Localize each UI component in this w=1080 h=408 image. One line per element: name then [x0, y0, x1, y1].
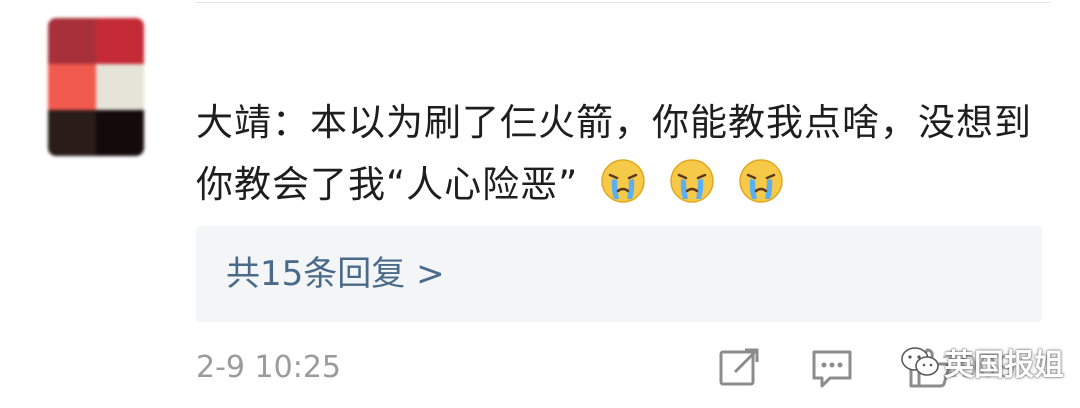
avatar-pixel — [96, 18, 144, 64]
crying-face-icon — [738, 159, 783, 203]
crying-face-icon — [670, 159, 714, 203]
author-separator: ： — [272, 101, 310, 144]
replies-panel[interactable]: 共15条回复 > — [196, 226, 1042, 322]
watermark-text: 英国报姐 — [944, 348, 1064, 383]
avatar[interactable] — [48, 18, 144, 156]
watermark: 英国报姐 — [900, 338, 1064, 386]
crying-face-icon — [601, 159, 645, 203]
top-divider — [195, 2, 1050, 3]
view-replies-link[interactable]: 共15条回复 > — [226, 250, 445, 298]
comment-author[interactable]: 大靖 — [196, 101, 272, 144]
avatar-pixel — [48, 64, 96, 110]
comment-timestamp: 2-9 10:25 — [196, 350, 341, 385]
emoji-group — [578, 159, 784, 206]
avatar-pixel — [96, 64, 144, 110]
wechat-icon — [901, 347, 939, 376]
avatar-pixel — [48, 18, 96, 64]
avatar-pixel — [48, 110, 96, 156]
comment-icon[interactable] — [808, 344, 856, 392]
avatar-pixel — [96, 110, 144, 156]
comment-body: 大靖：本以为刷了仨火箭，你能教我点啥，没想到你教会了我“人心险恶” — [196, 92, 1056, 216]
share-icon[interactable] — [715, 344, 763, 392]
